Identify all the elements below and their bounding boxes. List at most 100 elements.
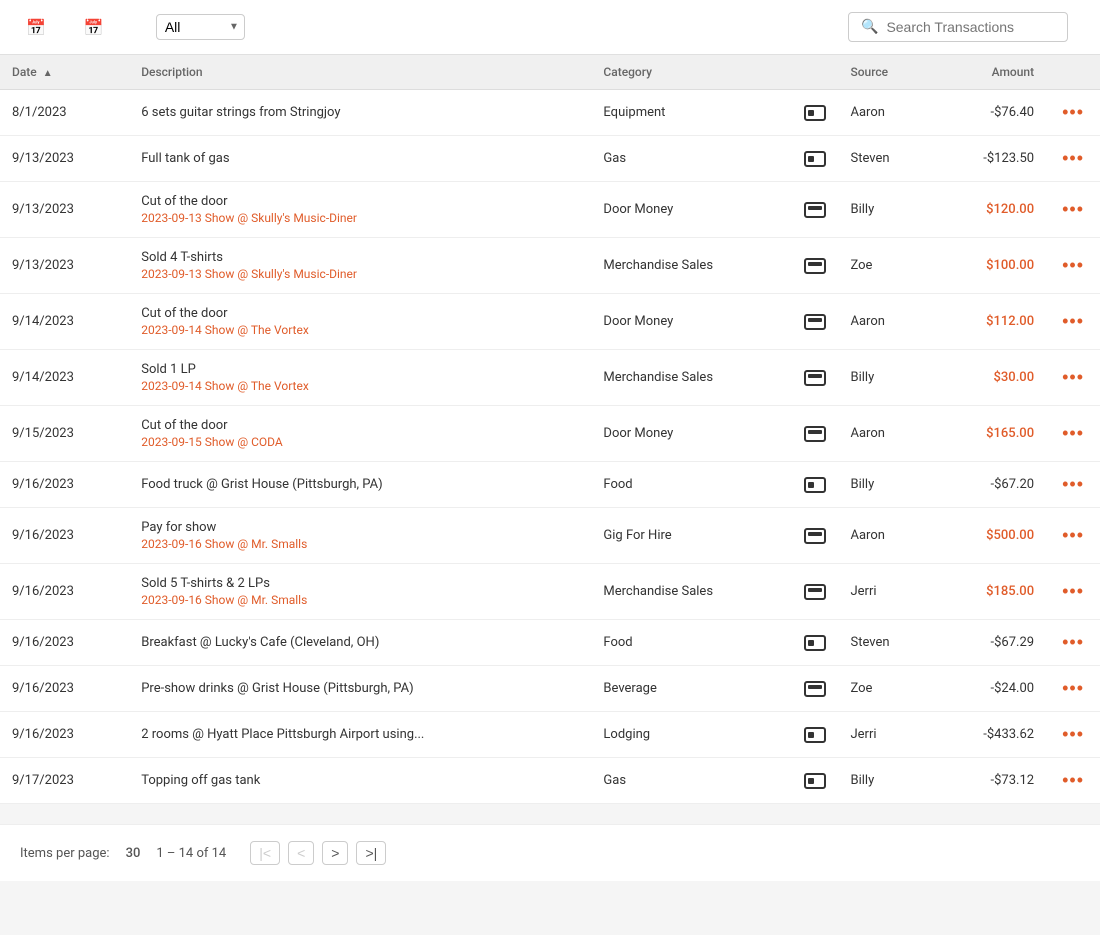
table-row: 9/16/2023Pre-show drinks @ Grist House (… [0, 666, 1100, 712]
description-link[interactable]: 2023-09-16 Show @ Mr. Smalls [141, 593, 579, 607]
table-row: 9/17/2023Topping off gas tankGasBilly-$7… [0, 758, 1100, 804]
description-main: 6 sets guitar strings from Stringjoy [141, 105, 340, 120]
cell-category: Gas [591, 136, 792, 182]
search-icon: 🔍 [861, 19, 878, 35]
description-main: Full tank of gas [141, 151, 229, 166]
description-link[interactable]: 2023-09-15 Show @ CODA [141, 435, 579, 449]
cell-category: Merchandise Sales [591, 350, 792, 406]
more-options-button[interactable]: ••• [1058, 724, 1088, 745]
cell-description: Sold 1 LP2023-09-14 Show @ The Vortex [129, 350, 591, 406]
credit-card-icon [804, 635, 826, 651]
amount-value: -$67.20 [991, 477, 1035, 492]
cell-source: Zoe [838, 666, 933, 712]
table-row: 9/13/2023Sold 4 T-shirts2023-09-13 Show … [0, 238, 1100, 294]
table-row: 9/15/2023Cut of the door2023-09-15 Show … [0, 406, 1100, 462]
description-main: Cut of the door [141, 306, 227, 321]
amount-value: -$433.62 [983, 727, 1034, 742]
more-options-button[interactable]: ••• [1058, 474, 1088, 495]
more-options-button[interactable]: ••• [1058, 678, 1088, 699]
cell-date: 9/16/2023 [0, 564, 129, 620]
more-options-button[interactable]: ••• [1058, 770, 1088, 791]
search-input[interactable] [886, 19, 1046, 35]
last-page-button[interactable]: >| [356, 841, 386, 865]
cell-category: Gas [591, 758, 792, 804]
table-header-row: Date ▲ Description Category Source Amoun… [0, 55, 1100, 90]
cell-date: 9/16/2023 [0, 666, 129, 712]
cell-payment-icon [792, 666, 838, 712]
cell-source: Steven [838, 620, 933, 666]
sort-asc-icon: ▲ [43, 68, 53, 79]
cell-amount: -$123.50 [933, 136, 1046, 182]
cell-amount: -$433.62 [933, 712, 1046, 758]
description-main: Pay for show [141, 520, 216, 535]
cell-actions: ••• [1046, 564, 1100, 620]
page-range: 1 – 14 of 14 [156, 846, 226, 861]
cell-category: Door Money [591, 406, 792, 462]
items-per-page-value[interactable]: 30 [126, 846, 141, 861]
more-options-button[interactable]: ••• [1058, 102, 1088, 123]
cell-actions: ••• [1046, 620, 1100, 666]
description-link[interactable]: 2023-09-14 Show @ The Vortex [141, 379, 579, 393]
cell-description: Cut of the door2023-09-15 Show @ CODA [129, 406, 591, 462]
description-link[interactable]: 2023-09-13 Show @ Skully's Music-Diner [141, 267, 579, 281]
description-link[interactable]: 2023-09-13 Show @ Skully's Music-Diner [141, 211, 579, 225]
cell-category: Merchandise Sales [591, 238, 792, 294]
cell-amount: $185.00 [933, 564, 1046, 620]
more-options-button[interactable]: ••• [1058, 525, 1088, 546]
credit-card-icon [804, 151, 826, 167]
description-main: Cut of the door [141, 194, 227, 209]
more-options-button[interactable]: ••• [1058, 632, 1088, 653]
cell-date: 9/16/2023 [0, 620, 129, 666]
more-options-button[interactable]: ••• [1058, 311, 1088, 332]
description-main: Breakfast @ Lucky's Cafe (Cleveland, OH) [141, 635, 379, 650]
cell-category: Merchandise Sales [591, 564, 792, 620]
more-options-button[interactable]: ••• [1058, 148, 1088, 169]
cell-source: Aaron [838, 294, 933, 350]
cell-date: 9/16/2023 [0, 508, 129, 564]
cell-date: 9/15/2023 [0, 406, 129, 462]
cell-payment-icon [792, 294, 838, 350]
description-main: Sold 4 T-shirts [141, 250, 223, 265]
amount-value: $112.00 [986, 314, 1034, 329]
cell-category: Door Money [591, 182, 792, 238]
table-row: 8/1/20236 sets guitar strings from Strin… [0, 90, 1100, 136]
description-link[interactable]: 2023-09-14 Show @ The Vortex [141, 323, 579, 337]
cell-actions: ••• [1046, 712, 1100, 758]
table-row: 9/14/2023Cut of the door2023-09-14 Show … [0, 294, 1100, 350]
next-page-button[interactable]: > [322, 841, 348, 865]
col-date[interactable]: Date ▲ [0, 55, 129, 90]
calendar-to-icon[interactable]: 📅 [84, 18, 104, 37]
cell-actions: ••• [1046, 90, 1100, 136]
cell-payment-icon [792, 350, 838, 406]
footer: Items per page: 30 1 – 14 of 14 |< < > >… [0, 824, 1100, 881]
amount-value: $100.00 [986, 258, 1034, 273]
description-link[interactable]: 2023-09-16 Show @ Mr. Smalls [141, 537, 579, 551]
cell-source: Jerri [838, 564, 933, 620]
table-row: 9/13/2023Cut of the door2023-09-13 Show … [0, 182, 1100, 238]
cell-actions: ••• [1046, 294, 1100, 350]
prev-page-button[interactable]: < [288, 841, 314, 865]
cell-source: Zoe [838, 238, 933, 294]
table-row: 9/16/2023Sold 5 T-shirts & 2 LPs2023-09-… [0, 564, 1100, 620]
more-options-button[interactable]: ••• [1058, 255, 1088, 276]
more-options-button[interactable]: ••• [1058, 581, 1088, 602]
description-main: 2 rooms @ Hyatt Place Pittsburgh Airport… [141, 727, 424, 742]
first-page-button[interactable]: |< [250, 841, 280, 865]
cell-description: Cut of the door 2023-09-13 Show @ Skully'… [129, 182, 591, 238]
amount-value: $165.00 [986, 426, 1034, 441]
calendar-from-icon[interactable]: 📅 [26, 18, 46, 37]
more-options-button[interactable]: ••• [1058, 367, 1088, 388]
cell-description: Full tank of gas [129, 136, 591, 182]
more-options-button[interactable]: ••• [1058, 199, 1088, 220]
table-row: 9/16/2023 Pay for show 2023-09-16 Show @ M… [0, 508, 1100, 564]
col-category: Category [591, 55, 792, 90]
cell-category: Gig For Hire [591, 508, 792, 564]
amount-value: -$73.12 [991, 773, 1035, 788]
cell-description: Sold 5 T-shirts & 2 LPs2023-09-16 Show @… [129, 564, 591, 620]
cell-amount: -$24.00 [933, 666, 1046, 712]
amount-value: -$76.40 [991, 105, 1035, 120]
more-options-button[interactable]: ••• [1058, 423, 1088, 444]
type-select[interactable]: All Income Expense [156, 14, 245, 40]
transactions-table: Date ▲ Description Category Source Amoun… [0, 55, 1100, 804]
cell-date: 9/16/2023 [0, 462, 129, 508]
